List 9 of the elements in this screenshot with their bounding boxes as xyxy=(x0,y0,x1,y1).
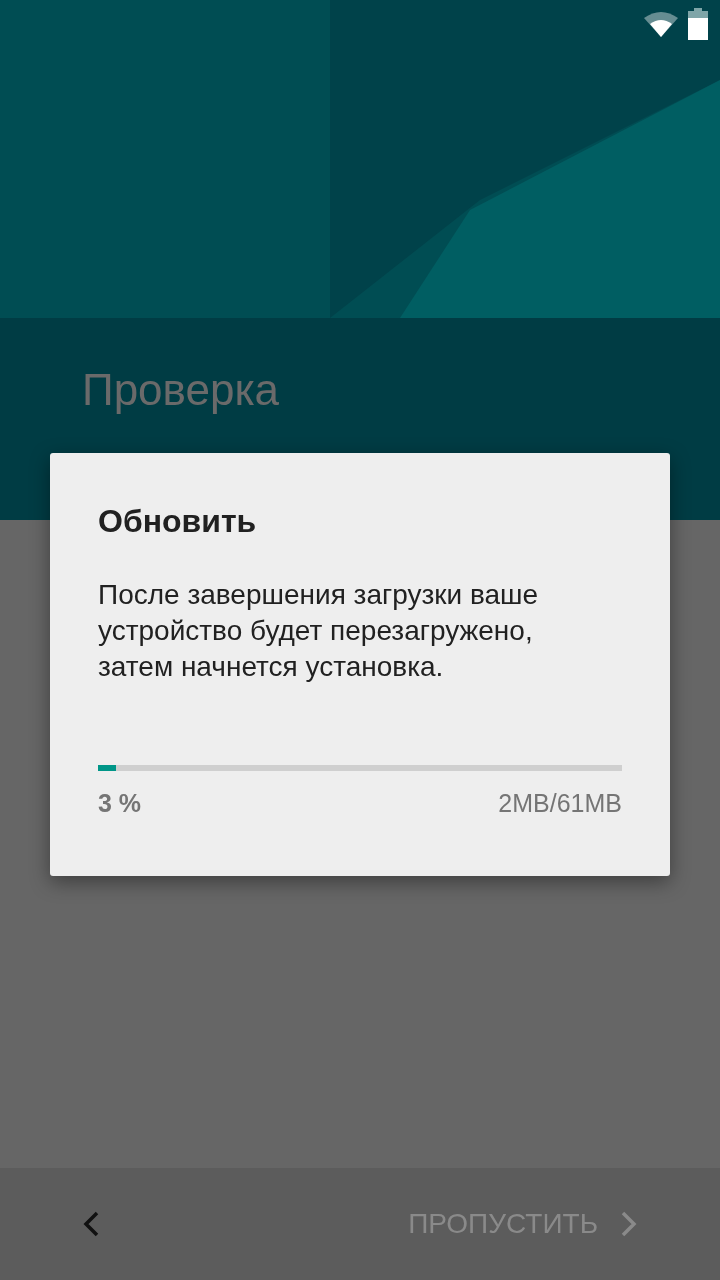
download-size: 2MB/61MB xyxy=(498,789,622,818)
progress-percent: 3 % xyxy=(98,789,142,818)
battery-icon xyxy=(688,8,708,40)
wifi-icon xyxy=(644,11,678,37)
dialog-message: После завершения загрузки ваше устройство будет перезагружено, затем начнется установка. xyxy=(98,578,540,684)
chevron-right-icon xyxy=(620,1211,638,1237)
chevron-left-icon xyxy=(82,1211,100,1237)
page-title: Проверка xyxy=(82,364,281,416)
dialog-title: Обновить xyxy=(98,502,258,541)
